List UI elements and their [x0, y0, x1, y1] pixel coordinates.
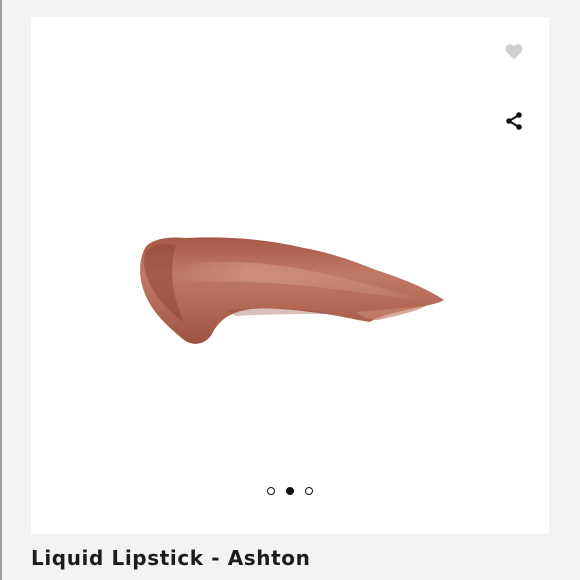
carousel-dot-1[interactable]	[267, 487, 275, 495]
carousel-pagination	[31, 485, 549, 497]
carousel-dot-3[interactable]	[305, 487, 313, 495]
listing-page: Liquid Lipstick - Ashton	[0, 0, 580, 580]
like-button[interactable]	[503, 41, 525, 63]
share-button[interactable]	[503, 110, 525, 132]
carousel-dot-2[interactable]	[286, 487, 294, 495]
lipstick-swatch-image	[140, 237, 444, 344]
share-icon	[506, 112, 522, 130]
heart-icon	[505, 44, 523, 60]
product-image-carousel[interactable]	[31, 17, 549, 534]
listing-title: Liquid Lipstick - Ashton	[31, 546, 311, 570]
window-edge	[0, 0, 2, 580]
